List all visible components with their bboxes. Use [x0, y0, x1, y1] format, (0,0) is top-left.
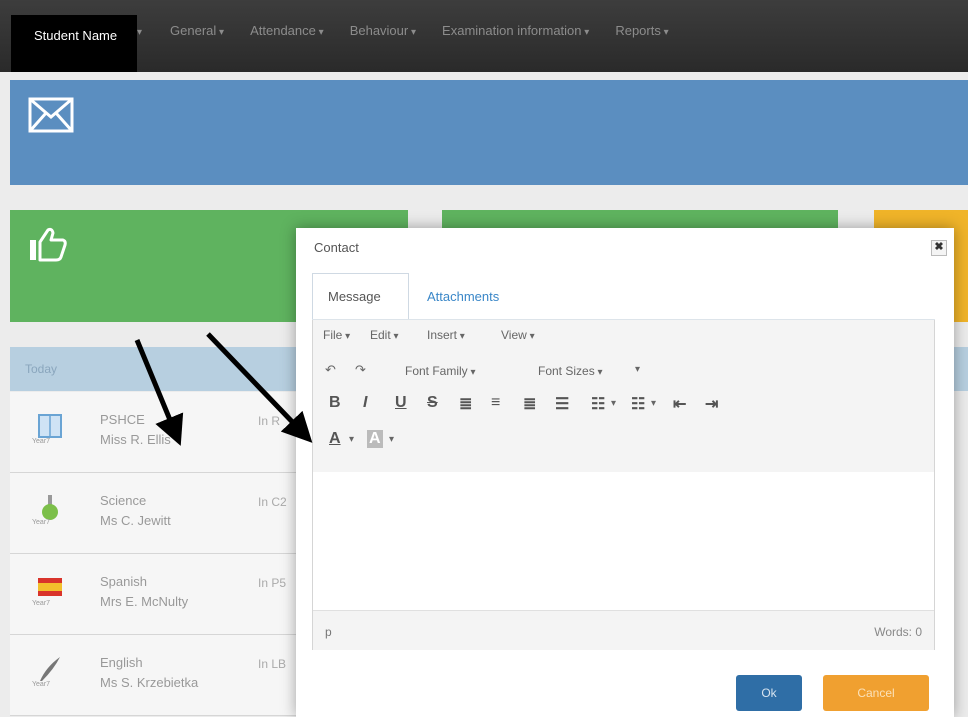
- flag-icon: Year7: [32, 574, 64, 608]
- list-item[interactable]: Year7 Science Ms C. Jewitt In C2: [10, 473, 310, 554]
- lesson-subject: Science: [100, 493, 147, 508]
- messages-banner[interactable]: [10, 80, 968, 185]
- message-body-input[interactable]: [313, 472, 934, 610]
- menu-item-student-dropdown[interactable]: [137, 23, 142, 38]
- mail-icon: [28, 97, 74, 133]
- lesson-list: Year7 PSHCE Miss R. Ellis In R Year7 Sci…: [10, 392, 310, 716]
- align-left-icon[interactable]: ≣: [459, 394, 472, 414]
- menu-item-behaviour[interactable]: Behaviour: [350, 23, 416, 38]
- italic-button[interactable]: I: [363, 394, 367, 412]
- lesson-room: In R: [258, 414, 281, 428]
- word-count: Words: 0: [874, 625, 922, 639]
- lesson-room: In C2: [258, 495, 287, 509]
- list-item[interactable]: Year7 Spanish Mrs E. McNulty In P5: [10, 554, 310, 635]
- underline-button[interactable]: U: [395, 394, 407, 412]
- chevron-down-icon[interactable]: ▾: [635, 364, 640, 375]
- chevron-down-icon[interactable]: ▾: [349, 434, 354, 445]
- close-icon[interactable]: ✖: [931, 240, 947, 256]
- font-family-select[interactable]: Font Family: [405, 364, 476, 378]
- editor-menu-view[interactable]: View: [501, 328, 535, 342]
- tab-attachments[interactable]: Attachments: [427, 289, 499, 304]
- editor-menu-insert[interactable]: Insert: [427, 328, 465, 342]
- menu-item-attendance[interactable]: Attendance: [250, 23, 324, 38]
- menu-item-reports[interactable]: Reports: [615, 23, 668, 38]
- cancel-button[interactable]: Cancel: [823, 675, 929, 711]
- lesson-room: In LB: [258, 657, 287, 671]
- lesson-room: In P5: [258, 576, 287, 590]
- contact-dialog: Contact ✖ Message Attachments File Edit …: [296, 228, 954, 717]
- text-color-button[interactable]: A: [329, 430, 341, 448]
- editor-menu-edit[interactable]: Edit: [370, 328, 399, 342]
- redo-icon[interactable]: ↷: [355, 362, 366, 378]
- rich-text-editor: File Edit Insert View ↶ ↷ Font Family Fo…: [312, 320, 935, 650]
- editor-toolbar: ↶ ↷ Font Family Font Sizes ▾ B I U S ≣ ≡…: [313, 350, 934, 473]
- lesson-subject: Spanish: [100, 574, 147, 589]
- editor-status-bar: p Words: 0: [313, 610, 934, 650]
- menu-item-general[interactable]: General: [170, 23, 224, 38]
- bullet-list-icon[interactable]: ☷: [591, 394, 605, 414]
- main-menu: General Attendance Behaviour Examination…: [137, 23, 695, 38]
- align-right-icon[interactable]: ≣: [523, 394, 536, 414]
- undo-icon[interactable]: ↶: [325, 362, 336, 378]
- background-color-button[interactable]: A: [367, 430, 383, 448]
- list-item[interactable]: Year7 PSHCE Miss R. Ellis In R: [10, 392, 310, 473]
- outdent-icon[interactable]: ⇤: [673, 394, 686, 414]
- lesson-teacher: Mrs E. McNulty: [100, 594, 189, 609]
- align-justify-icon[interactable]: ☰: [555, 394, 569, 414]
- ok-button[interactable]: Ok: [736, 675, 802, 711]
- dialog-title: Contact: [314, 240, 359, 255]
- lesson-subject: PSHCE: [100, 412, 145, 427]
- tab-message[interactable]: Message: [312, 273, 409, 319]
- lesson-teacher: Ms S. Krzebietka: [100, 675, 199, 690]
- chevron-down-icon[interactable]: ▾: [611, 398, 616, 409]
- thumbs-up-icon: [30, 227, 67, 262]
- list-item[interactable]: Year7 English Ms S. Krzebietka In LB: [10, 635, 310, 716]
- indent-icon[interactable]: ⇥: [705, 394, 718, 414]
- student-name-button[interactable]: Student Name: [11, 15, 137, 72]
- flask-icon: Year7: [32, 493, 64, 527]
- quill-icon: Year7: [32, 655, 64, 689]
- align-center-icon[interactable]: ≡: [491, 394, 500, 412]
- editor-menubar: File Edit Insert View: [313, 320, 934, 351]
- numbered-list-icon[interactable]: ☷: [631, 394, 645, 414]
- lesson-subject: English: [100, 655, 143, 670]
- editor-menu-file[interactable]: File: [323, 328, 350, 342]
- chevron-down-icon[interactable]: ▾: [651, 398, 656, 409]
- chevron-down-icon[interactable]: ▾: [389, 434, 394, 445]
- menu-item-examination-information[interactable]: Examination information: [442, 23, 589, 38]
- lesson-teacher: Ms C. Jewitt: [100, 513, 171, 528]
- strikethrough-button[interactable]: S: [427, 394, 438, 412]
- bold-button[interactable]: B: [329, 394, 341, 412]
- font-sizes-select[interactable]: Font Sizes: [538, 364, 603, 378]
- element-path: p: [325, 625, 332, 639]
- top-navigation: Student Name General Attendance Behaviou…: [0, 0, 968, 72]
- book-icon: Year7: [32, 412, 64, 446]
- lesson-teacher: Miss R. Ellis: [100, 432, 171, 447]
